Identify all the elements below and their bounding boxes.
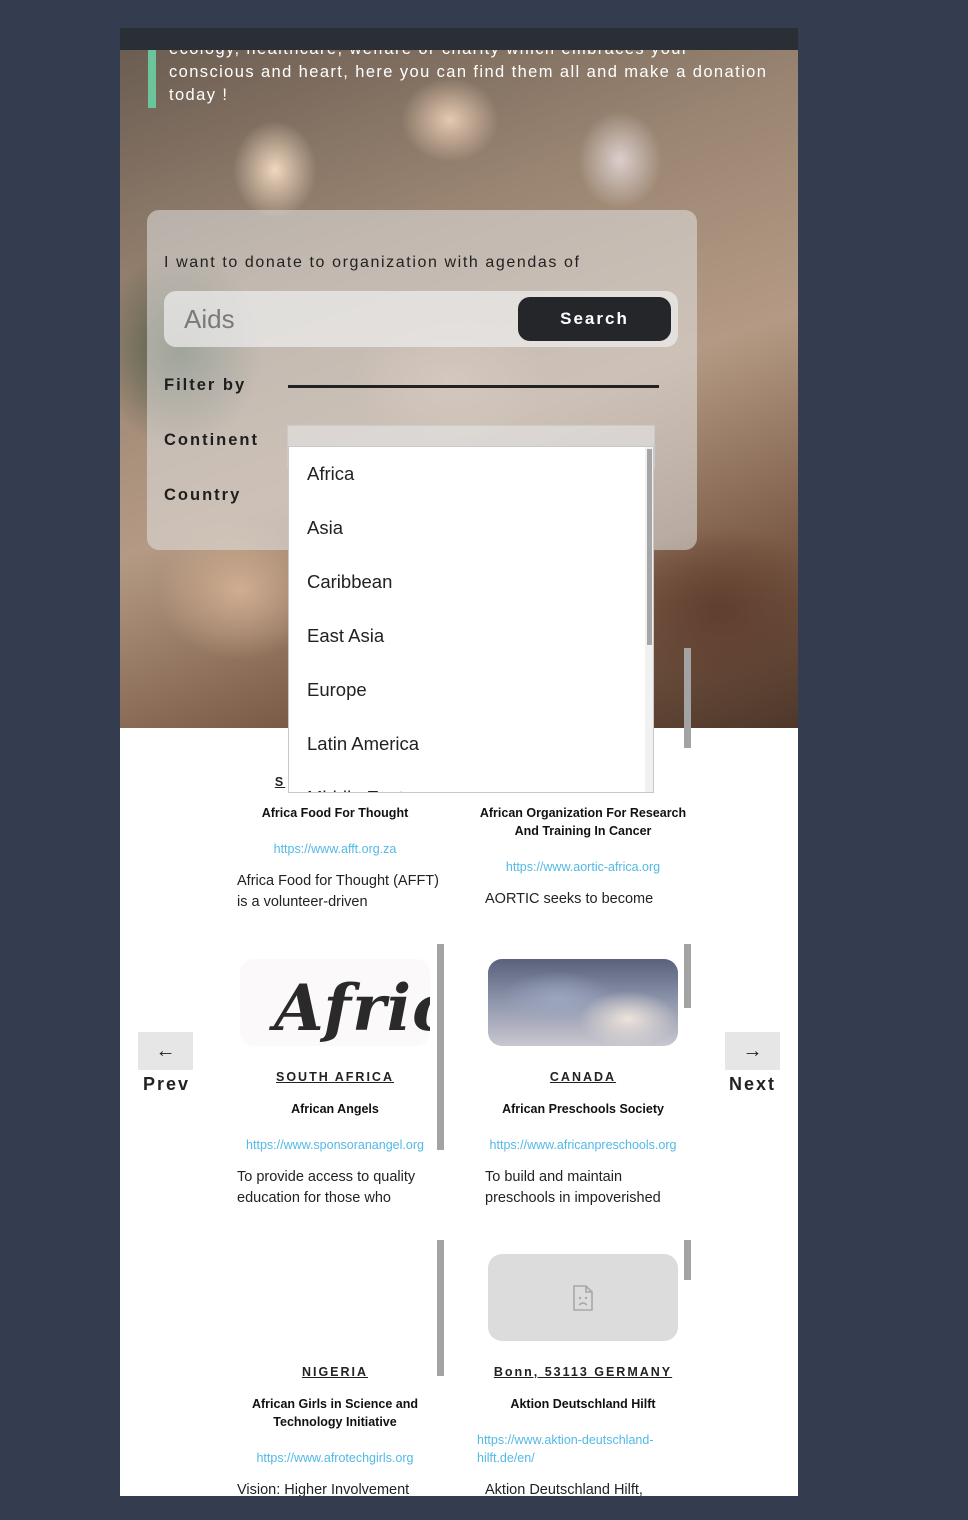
card-link[interactable]: https://www.afft.org.za [235,840,435,858]
broken-image-icon [573,1285,593,1311]
search-button[interactable]: Search [518,297,671,341]
next-button[interactable]: → [725,1032,780,1070]
card-link[interactable]: https://www.sponsoranangel.org [232,1136,438,1154]
card-country: NIGERIA [301,1365,369,1379]
card-scrollbar[interactable] [684,648,691,748]
card-org-name: African Organization For Research And Tr… [479,806,687,838]
card-scrollbar[interactable] [437,944,444,1150]
card-org-name: African Girls in Science and Technology … [251,1397,419,1429]
card-description: Aktion Deutschland Hilft, [485,1482,643,1496]
card-description: AORTIC seeks to become [485,891,654,907]
org-image [488,959,678,1046]
dropdown-option-europe[interactable]: Europe [289,663,653,717]
filter-divider [288,385,659,388]
card-org-name: African Preschools Society [502,1102,664,1116]
continent-dropdown[interactable]: Africa Asia Caribbean East Asia Europe L… [288,446,654,793]
dropdown-scroll-thumb[interactable] [647,449,652,645]
card-scrollbar[interactable] [437,1240,444,1376]
org-logo-text: Afric [274,971,430,1046]
dropdown-option-africa[interactable]: Africa [289,447,653,501]
card-scrollbar[interactable] [684,1240,691,1280]
card-description: To provide access to quality education f… [237,1169,416,1206]
next-label[interactable]: Next [729,1074,776,1095]
top-bar [120,28,798,50]
card-scrollbar[interactable] [684,944,691,1008]
dropdown-option-middle-east[interactable]: Middle East [289,771,653,792]
card-link[interactable]: https://www.africanpreschools.org [475,1136,691,1154]
search-input[interactable] [176,297,522,341]
card-country: S [274,775,286,789]
prev-label[interactable]: Prev [143,1074,190,1095]
country-label: Country [164,486,242,504]
org-image-placeholder [488,1254,678,1341]
card-description: To build and maintain preschools in impo… [485,1169,661,1206]
card-country: CANADA [549,1070,617,1084]
card-org-name: African Angels [291,1102,379,1116]
search-prompt: I want to donate to organization with ag… [164,254,581,271]
dropdown-scrollbar[interactable] [645,447,653,792]
prev-button[interactable]: ← [138,1032,193,1070]
card-description: Africa Food for Thought (AFFT) is a volu… [237,873,439,910]
page-frame: ecology, healthcare, welfare or charity … [120,28,798,1496]
search-box: Search [164,291,678,347]
continent-label: Continent [164,431,259,449]
card-link[interactable]: https://www.aortic-africa.org [477,858,689,876]
card-org-name: Africa Food For Thought [261,806,409,820]
hero-accent-bar [148,50,156,108]
card-country: SOUTH AFRICA [276,1070,394,1084]
dropdown-option-caribbean[interactable]: Caribbean [289,555,653,609]
card-description: Vision: Higher Involvement [237,1482,410,1496]
card-org-name: Aktion Deutschland Hilft [510,1397,656,1411]
dropdown-option-asia[interactable]: Asia [289,501,653,555]
card-country: Bonn, 53113 GERMANY [493,1365,673,1379]
hero-text: ecology, healthcare, welfare or charity … [169,50,768,104]
dropdown-option-latin-america[interactable]: Latin America [289,717,653,771]
card-link[interactable]: https://www.afrotechgirls.org [235,1449,435,1467]
card-link[interactable]: https://www.aktion-deutschland-hilft.de/… [477,1431,689,1467]
filter-by-label: Filter by [164,376,247,394]
org-logo: Afric [240,959,430,1046]
dropdown-option-east-asia[interactable]: East Asia [289,609,653,663]
